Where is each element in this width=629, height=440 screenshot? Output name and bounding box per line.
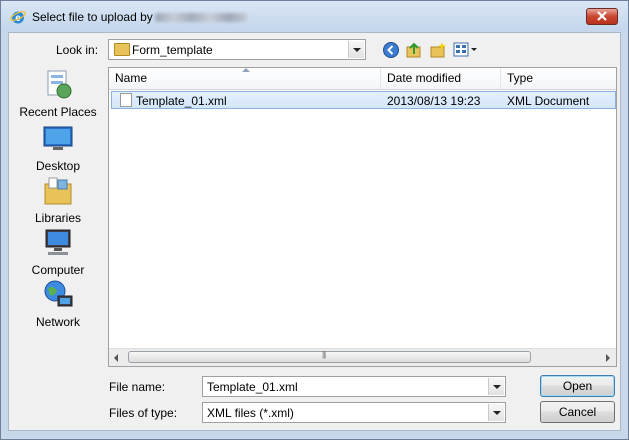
place-libraries[interactable]: Libraries xyxy=(14,175,102,225)
file-type: XML Document xyxy=(507,94,590,108)
file-name-label: File name: xyxy=(109,380,166,394)
column-header-date-modified[interactable]: Date modified xyxy=(381,68,501,89)
file-name-value: Template_01.xml xyxy=(207,380,298,394)
views-menu-icon[interactable] xyxy=(453,41,479,59)
recent-places-icon xyxy=(47,70,72,99)
file-name-input[interactable]: Template_01.xml xyxy=(202,376,506,397)
place-recent-places[interactable]: Recent Places xyxy=(14,69,102,119)
chevron-down-icon[interactable] xyxy=(488,378,504,395)
look-in-value: Form_template xyxy=(132,43,213,57)
new-folder-icon[interactable] xyxy=(429,41,447,59)
close-icon xyxy=(597,11,607,21)
place-label: Network xyxy=(35,315,80,329)
window-title-text: Select file to upload by xyxy=(32,10,153,24)
chevron-down-icon[interactable] xyxy=(348,41,364,58)
desktop-icon xyxy=(43,126,73,150)
folder-icon xyxy=(114,43,130,56)
close-button[interactable] xyxy=(586,8,618,25)
files-of-type-value: XML files (*.xml) xyxy=(207,406,294,420)
computer-icon xyxy=(45,229,71,255)
window-title: Select file to upload by xyxy=(32,10,247,24)
sort-ascending-icon xyxy=(242,68,250,72)
up-folder-icon[interactable] xyxy=(405,41,423,59)
place-label: Computer xyxy=(31,263,85,277)
file-name: Template_01.xml xyxy=(136,94,227,108)
place-computer[interactable]: Computer xyxy=(14,227,102,277)
file-list[interactable]: Name Date modified Type Template_01.xml … xyxy=(108,67,617,367)
places-bar: Recent Places Desktop Libraries Computer… xyxy=(14,67,102,337)
column-header-type[interactable]: Type xyxy=(501,68,616,89)
xml-file-icon xyxy=(120,93,132,107)
network-icon xyxy=(44,280,73,307)
place-label: Libraries xyxy=(34,211,82,225)
cancel-button[interactable]: Cancel xyxy=(540,401,615,423)
file-date-modified: 2013/08/13 19:23 xyxy=(387,94,481,108)
horizontal-scrollbar[interactable] xyxy=(109,348,616,366)
files-of-type-dropdown[interactable]: XML files (*.xml) xyxy=(202,402,506,423)
chevron-down-icon[interactable] xyxy=(488,404,504,421)
redacted-username xyxy=(154,13,247,23)
place-label: Recent Places xyxy=(19,105,97,119)
open-button[interactable]: Open xyxy=(540,375,615,397)
scrollbar-thumb[interactable] xyxy=(128,350,531,363)
files-of-type-label: Files of type: xyxy=(109,406,178,420)
place-desktop[interactable]: Desktop xyxy=(14,123,102,173)
file-upload-dialog: e Select file to upload by Look in: Form… xyxy=(0,0,629,440)
libraries-icon xyxy=(44,177,72,205)
look-in-label: Look in: xyxy=(56,43,99,57)
look-in-dropdown[interactable]: Form_template xyxy=(108,39,366,60)
back-icon[interactable] xyxy=(382,41,400,59)
title-bar[interactable]: e Select file to upload by xyxy=(1,1,628,31)
place-network[interactable]: Network xyxy=(14,279,102,329)
column-header-row: Name Date modified Type xyxy=(109,68,616,90)
internet-explorer-icon: e xyxy=(10,11,26,24)
place-label: Desktop xyxy=(35,159,81,173)
scroll-left-icon[interactable] xyxy=(109,349,126,366)
scroll-right-icon[interactable] xyxy=(599,349,616,366)
file-row[interactable]: Template_01.xml 2013/08/13 19:23 XML Doc… xyxy=(111,91,616,109)
